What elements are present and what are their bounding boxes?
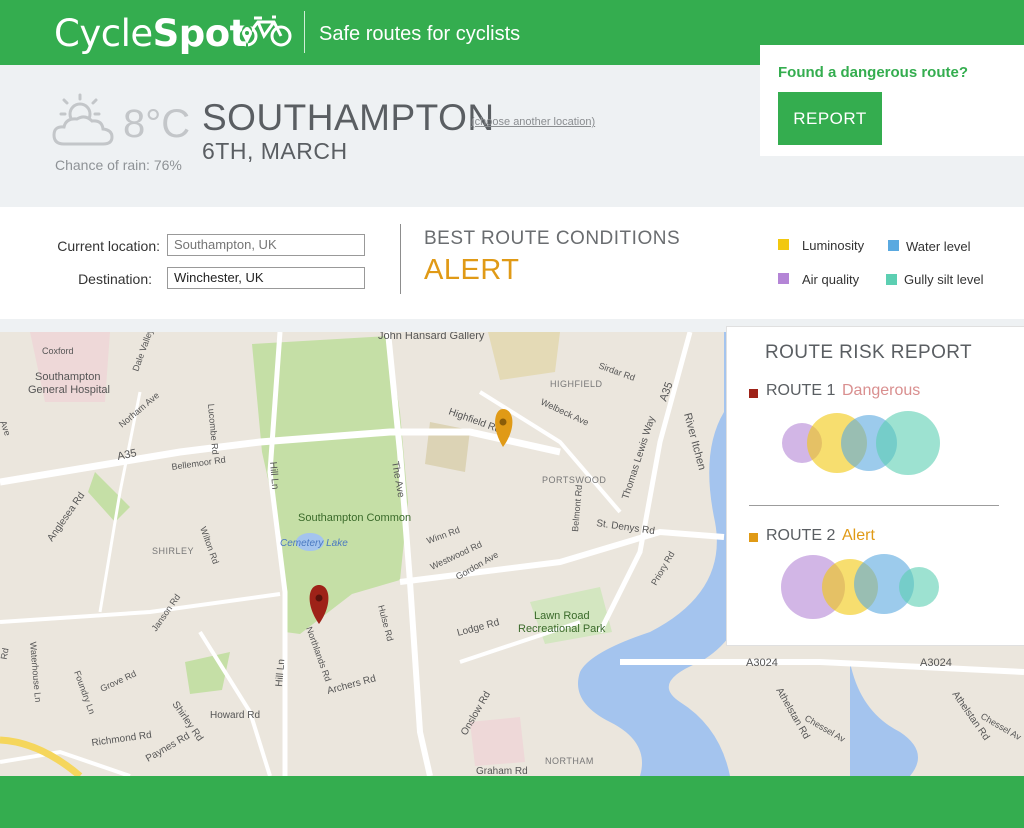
logo-divider (304, 11, 305, 53)
label-john-hansard: John Hansard Gallery (378, 332, 485, 342)
label-a3024: A3024 (746, 657, 778, 669)
logo[interactable]: CycleSpot (54, 12, 247, 56)
label-lawn-road-2: Recreational Park (518, 623, 606, 635)
label-lake: Cemetery Lake (280, 538, 348, 549)
label-graham: Graham Rd (476, 766, 528, 776)
label-coxford: Coxford (42, 346, 74, 356)
route-1-marker (749, 389, 758, 398)
logo-bold: Spot (152, 12, 248, 55)
legend-gully-silt: Gully silt level (904, 272, 984, 287)
route-divider (749, 505, 999, 506)
route-2-status: Alert (842, 527, 875, 544)
water-level-swatch (888, 240, 899, 251)
label-shirley: SHIRLEY (152, 546, 194, 556)
route-2-marker (749, 533, 758, 542)
label-common: Southampton Common (298, 512, 411, 524)
label-portswood: PORTSWOOD (542, 475, 606, 485)
label-highfield: HIGHFIELD (550, 379, 603, 389)
route-1-status: Dangerous (842, 382, 921, 399)
route-2-label[interactable]: ROUTE 2 (766, 527, 835, 545)
temperature: 8°C (123, 102, 191, 146)
choose-location-link[interactable]: (choose another location) (471, 116, 595, 128)
route-1-label[interactable]: ROUTE 1 (766, 382, 835, 400)
label-hospital-1: Southampton (35, 371, 100, 383)
label-lawn-road-1: Lawn Road (534, 610, 590, 622)
logo-light: Cycle (54, 12, 153, 55)
city-name: SOUTHAMPTON (202, 97, 495, 138)
report-button[interactable]: REPORT (778, 92, 882, 145)
footer-bar (0, 776, 1024, 828)
tagline: Safe routes for cyclists (319, 23, 521, 45)
report-question: Found a dangerous route? (778, 64, 968, 81)
risk-report-title: ROUTE RISK REPORT (765, 342, 973, 363)
date: 6TH, MARCH (202, 138, 348, 164)
air-quality-swatch (778, 273, 789, 284)
form-divider (400, 224, 401, 294)
luminosity-swatch (778, 239, 789, 250)
best-route-conditions-title: BEST ROUTE CONDITIONS (424, 228, 681, 249)
current-location-input[interactable] (167, 234, 365, 256)
rain-chance: Chance of rain: 76% (55, 157, 182, 173)
legend-luminosity: Luminosity (802, 238, 865, 253)
legend-water-level: Water level (906, 239, 971, 254)
legend-air-quality: Air quality (802, 272, 860, 287)
route-1-risk-bubbles (782, 411, 940, 475)
current-location-label: Current location: (57, 238, 160, 254)
hospital-area-2 (470, 717, 525, 766)
route-2-risk-bubbles (781, 554, 939, 619)
partly-cloudy-icon (52, 93, 114, 146)
destination-label: Destination: (78, 271, 152, 287)
label-northam: NORTHAM (545, 756, 594, 766)
label-a3024b: A3024 (920, 657, 952, 669)
area-block-2 (488, 332, 560, 380)
destination-input[interactable] (167, 267, 365, 289)
label-howard-rd: Howard Rd (210, 710, 260, 721)
label-hospital-2: General Hospital (28, 384, 110, 396)
best-route-conditions-value: ALERT (424, 254, 520, 286)
bicycle-icon (236, 15, 292, 48)
gully-silt-swatch (886, 274, 897, 285)
